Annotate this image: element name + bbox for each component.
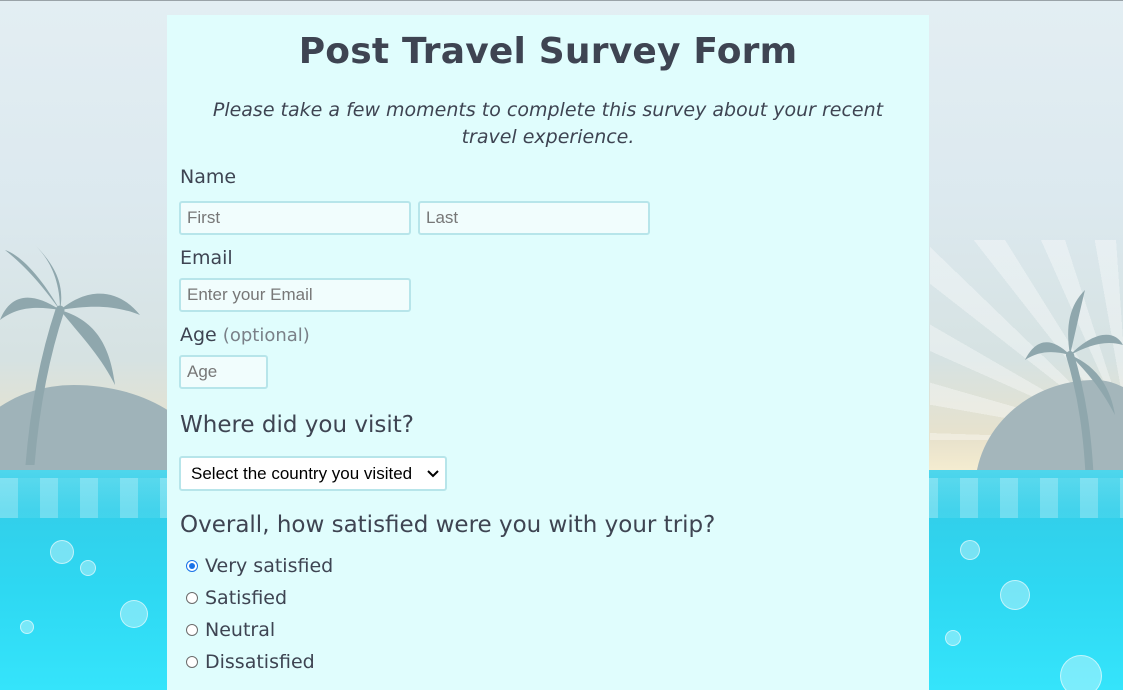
radio-label: Satisfied	[205, 587, 288, 609]
country-select[interactable]: Select the country you visited	[179, 456, 447, 491]
bubble	[20, 620, 34, 634]
age-field[interactable]	[179, 355, 268, 389]
bubble	[1000, 580, 1030, 610]
radio-neutral[interactable]: Neutral	[186, 619, 275, 641]
bubble	[50, 540, 74, 564]
age-label: Age (optional)	[180, 324, 310, 346]
bubble	[1060, 655, 1102, 690]
radio-button[interactable]	[186, 656, 198, 668]
email-label: Email	[180, 247, 233, 269]
email-field[interactable]	[179, 278, 411, 312]
window-top-border	[0, 0, 1123, 1]
radio-label: Neutral	[205, 619, 276, 641]
bubble	[945, 630, 961, 646]
radio-button[interactable]	[186, 592, 198, 604]
survey-form-panel: Post Travel Survey Form Please take a fe…	[167, 15, 929, 690]
palm-tree-icon	[0, 245, 140, 465]
radio-button[interactable]	[186, 560, 198, 572]
bubble	[960, 540, 980, 560]
satisfaction-heading: Overall, how satisfied were you with you…	[180, 512, 716, 538]
age-optional-note: (optional)	[222, 325, 310, 346]
form-description: Please take a few moments to complete th…	[212, 99, 884, 148]
radio-button[interactable]	[186, 624, 198, 636]
bubble	[120, 600, 148, 628]
last-name-field[interactable]	[418, 201, 650, 235]
radio-dissatisfied[interactable]: Dissatisfied	[186, 651, 315, 673]
radio-label: Very satisfied	[205, 555, 334, 577]
chevron-down-icon	[421, 458, 445, 489]
palm-tree-icon	[1025, 290, 1123, 485]
radio-very-satisfied[interactable]: Very satisfied	[186, 555, 333, 577]
bubble	[80, 560, 96, 576]
radio-satisfied[interactable]: Satisfied	[186, 587, 287, 609]
first-name-field[interactable]	[179, 201, 411, 235]
page-title: Post Travel Survey Form	[298, 31, 798, 72]
name-label: Name	[180, 166, 237, 188]
radio-label: Dissatisfied	[205, 651, 315, 673]
country-select-value: Select the country you visited	[191, 463, 413, 483]
age-label-text: Age	[180, 324, 217, 346]
visit-heading: Where did you visit?	[180, 412, 414, 438]
